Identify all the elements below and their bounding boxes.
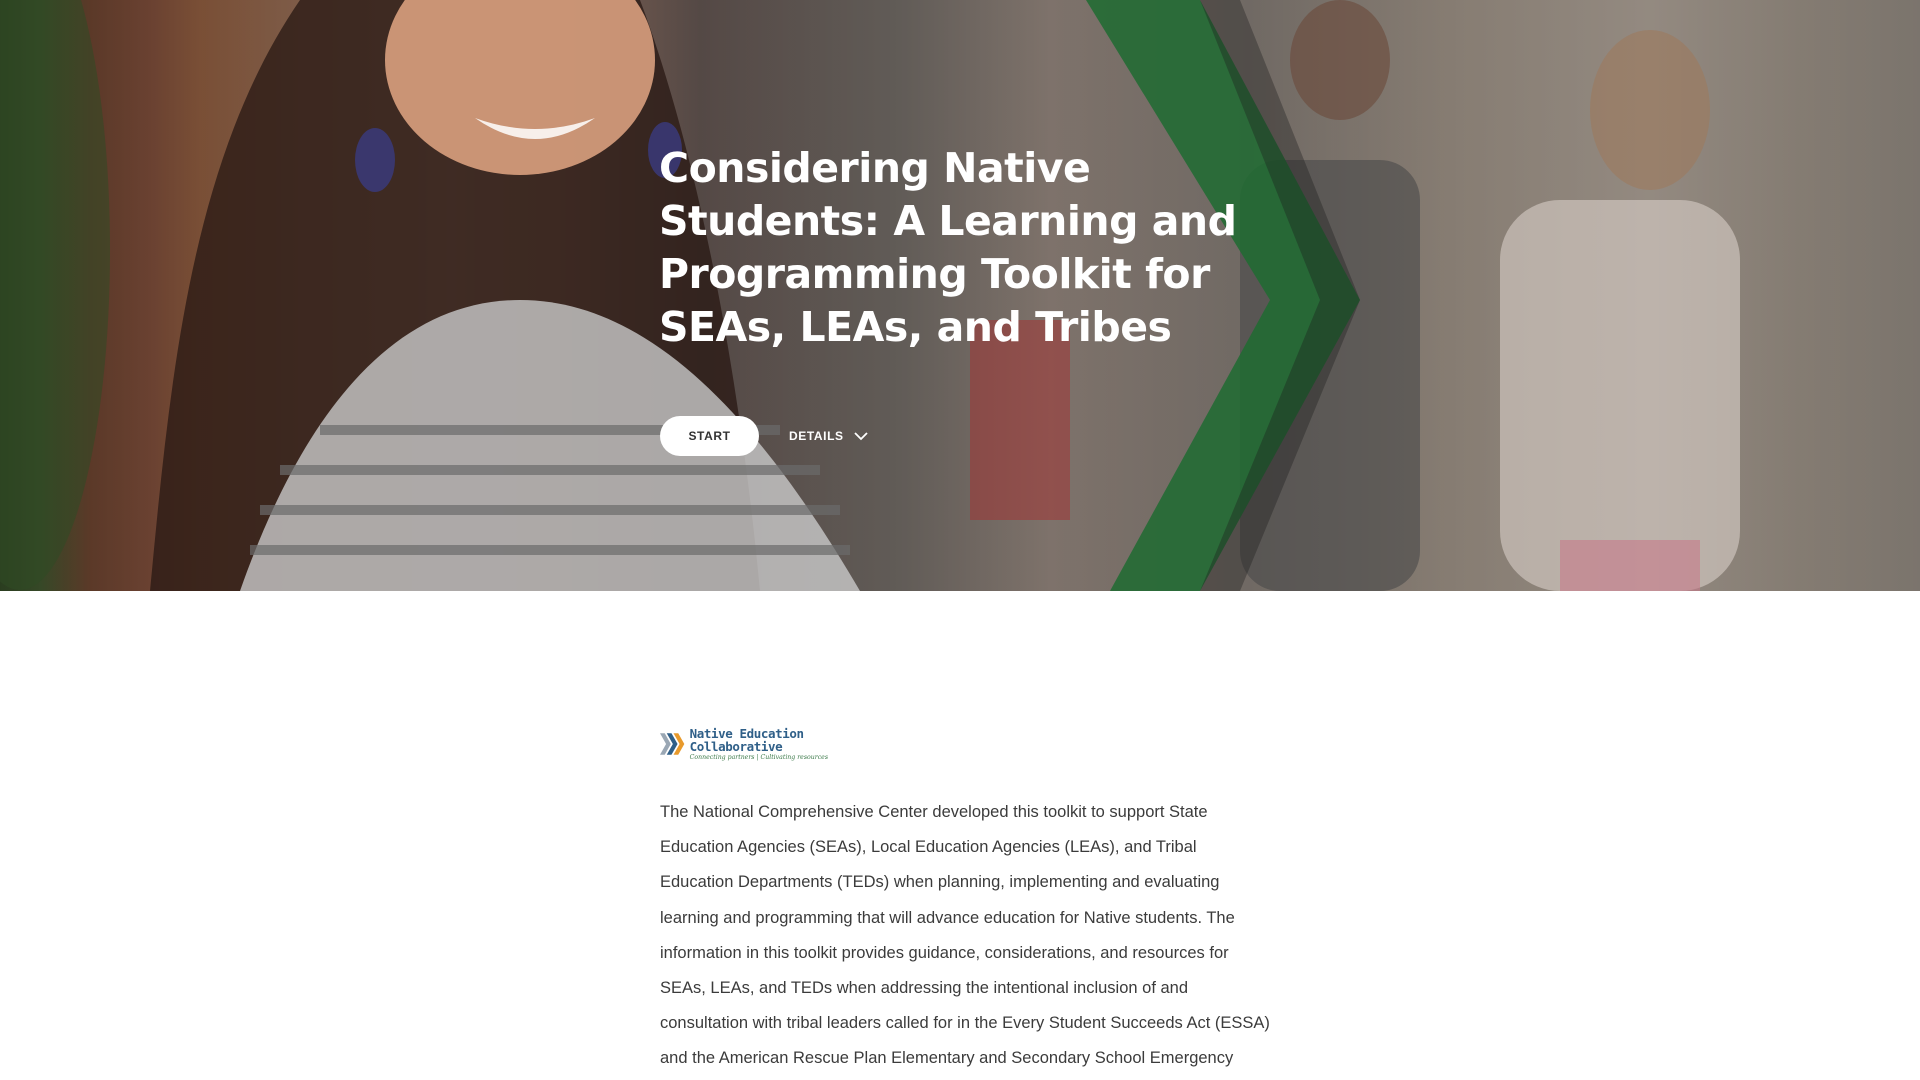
details-button[interactable]: DETAILS [789,424,868,448]
start-button[interactable]: START [660,416,759,456]
intro-paragraph: The National Comprehensive Center develo… [660,803,1270,1068]
logo-tagline: Connecting partners | Cultivating resour… [689,753,828,761]
logo-line-1: Native Education [689,725,804,741]
chevron-down-icon [854,432,868,441]
native-education-collaborative-logo: Native Education Collaborative Connectin… [660,722,828,766]
details-label: DETAILS [789,429,844,443]
logo-line-2: Collaborative [689,738,783,754]
hero-banner: Considering Native Students: A Learning … [0,0,1920,591]
chevron-logo-icon [660,733,685,755]
page-title: Considering Native Students: A Learning … [659,144,1237,351]
